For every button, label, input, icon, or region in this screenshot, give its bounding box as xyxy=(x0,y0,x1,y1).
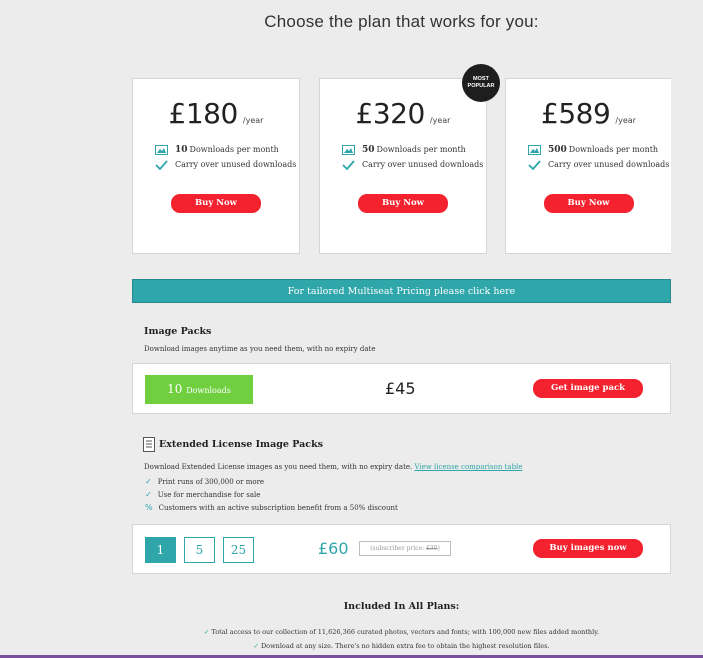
plan-card-320: £320 /year 50 Downloads per month Carry … xyxy=(319,78,487,254)
list-item: ✓ Total access to our collection of 11,62… xyxy=(203,628,600,636)
image-packs-title: Image Packs xyxy=(144,326,212,337)
extended-license-description: Download Extended License images as you … xyxy=(144,463,523,471)
included-title: Included In All Plans: xyxy=(343,601,460,612)
extended-license-title: Extended License Image Packs xyxy=(159,439,324,450)
plan-downloads: 500 Downloads per month xyxy=(528,142,671,157)
image-icon xyxy=(528,144,541,155)
extended-pack-panel: 1 5 25 £60 (subscriber price: £30) Buy i… xyxy=(132,524,671,574)
check-icon: ✓ xyxy=(253,642,259,650)
extended-pack-price: £60 xyxy=(318,539,349,558)
image-icon xyxy=(342,144,355,155)
buy-now-button[interactable]: Buy Now xyxy=(358,194,448,213)
check-icon xyxy=(342,159,355,170)
list-item: ✓ Download at any size. There's no hidden… xyxy=(253,642,550,650)
list-item: ✓ Use for merchandise for sale xyxy=(145,490,261,499)
buy-now-button[interactable]: Buy Now xyxy=(543,194,634,213)
subscriber-price: (subscriber price: £30) xyxy=(359,541,451,556)
downloads-count-badge[interactable]: 10 Downloads xyxy=(145,375,253,404)
buy-images-now-button[interactable]: Buy images now xyxy=(533,539,643,558)
plan-carry-over: Carry over unused downloads xyxy=(342,157,486,172)
plan-carry-over: Carry over unused downloads xyxy=(155,157,299,172)
quantity-option-1[interactable]: 1 xyxy=(145,537,176,563)
quantity-option-5[interactable]: 5 xyxy=(184,537,215,563)
license-comparison-link[interactable]: View license comparison table xyxy=(415,463,523,471)
plan-downloads: 50 Downloads per month xyxy=(342,142,486,157)
image-pack-panel: 10 Downloads £45 Get image pack xyxy=(132,363,671,414)
buy-now-button[interactable]: Buy Now xyxy=(171,194,261,213)
get-image-pack-button[interactable]: Get image pack xyxy=(533,379,643,398)
image-packs-subtitle: Download images anytime as you need them… xyxy=(144,345,376,353)
page-headline: Choose the plan that works for you: xyxy=(264,12,539,31)
plan-card-589: £589 /year 500 Downloads per month Carry… xyxy=(505,78,671,254)
check-icon: ✓ xyxy=(145,477,152,486)
check-icon: ✓ xyxy=(203,628,210,636)
plan-price: £180 /year xyxy=(168,97,264,130)
plan-card-180: £180 /year 10 Downloads per month Carry … xyxy=(132,78,300,254)
plan-price: £589 /year xyxy=(541,97,636,130)
list-item: % Customers with an active subscription b… xyxy=(145,503,398,512)
most-popular-badge: MOST POPULAR xyxy=(462,64,500,102)
check-icon: ✓ xyxy=(145,490,152,499)
plan-downloads: 10 Downloads per month xyxy=(155,142,299,157)
list-item: ✓ Print runs of 300,000 or more xyxy=(145,477,265,486)
percent-icon: % xyxy=(145,503,153,512)
check-icon xyxy=(155,159,168,170)
multiseat-pricing-link[interactable]: For tailored Multiseat Pricing please cl… xyxy=(132,279,671,303)
check-icon xyxy=(528,159,541,170)
plan-price: £320 /year xyxy=(355,97,451,130)
image-pack-price: £45 xyxy=(385,379,416,398)
plan-carry-over: Carry over unused downloads xyxy=(528,157,671,172)
document-icon xyxy=(143,437,155,452)
quantity-option-25[interactable]: 25 xyxy=(223,537,254,563)
image-icon xyxy=(155,144,168,155)
